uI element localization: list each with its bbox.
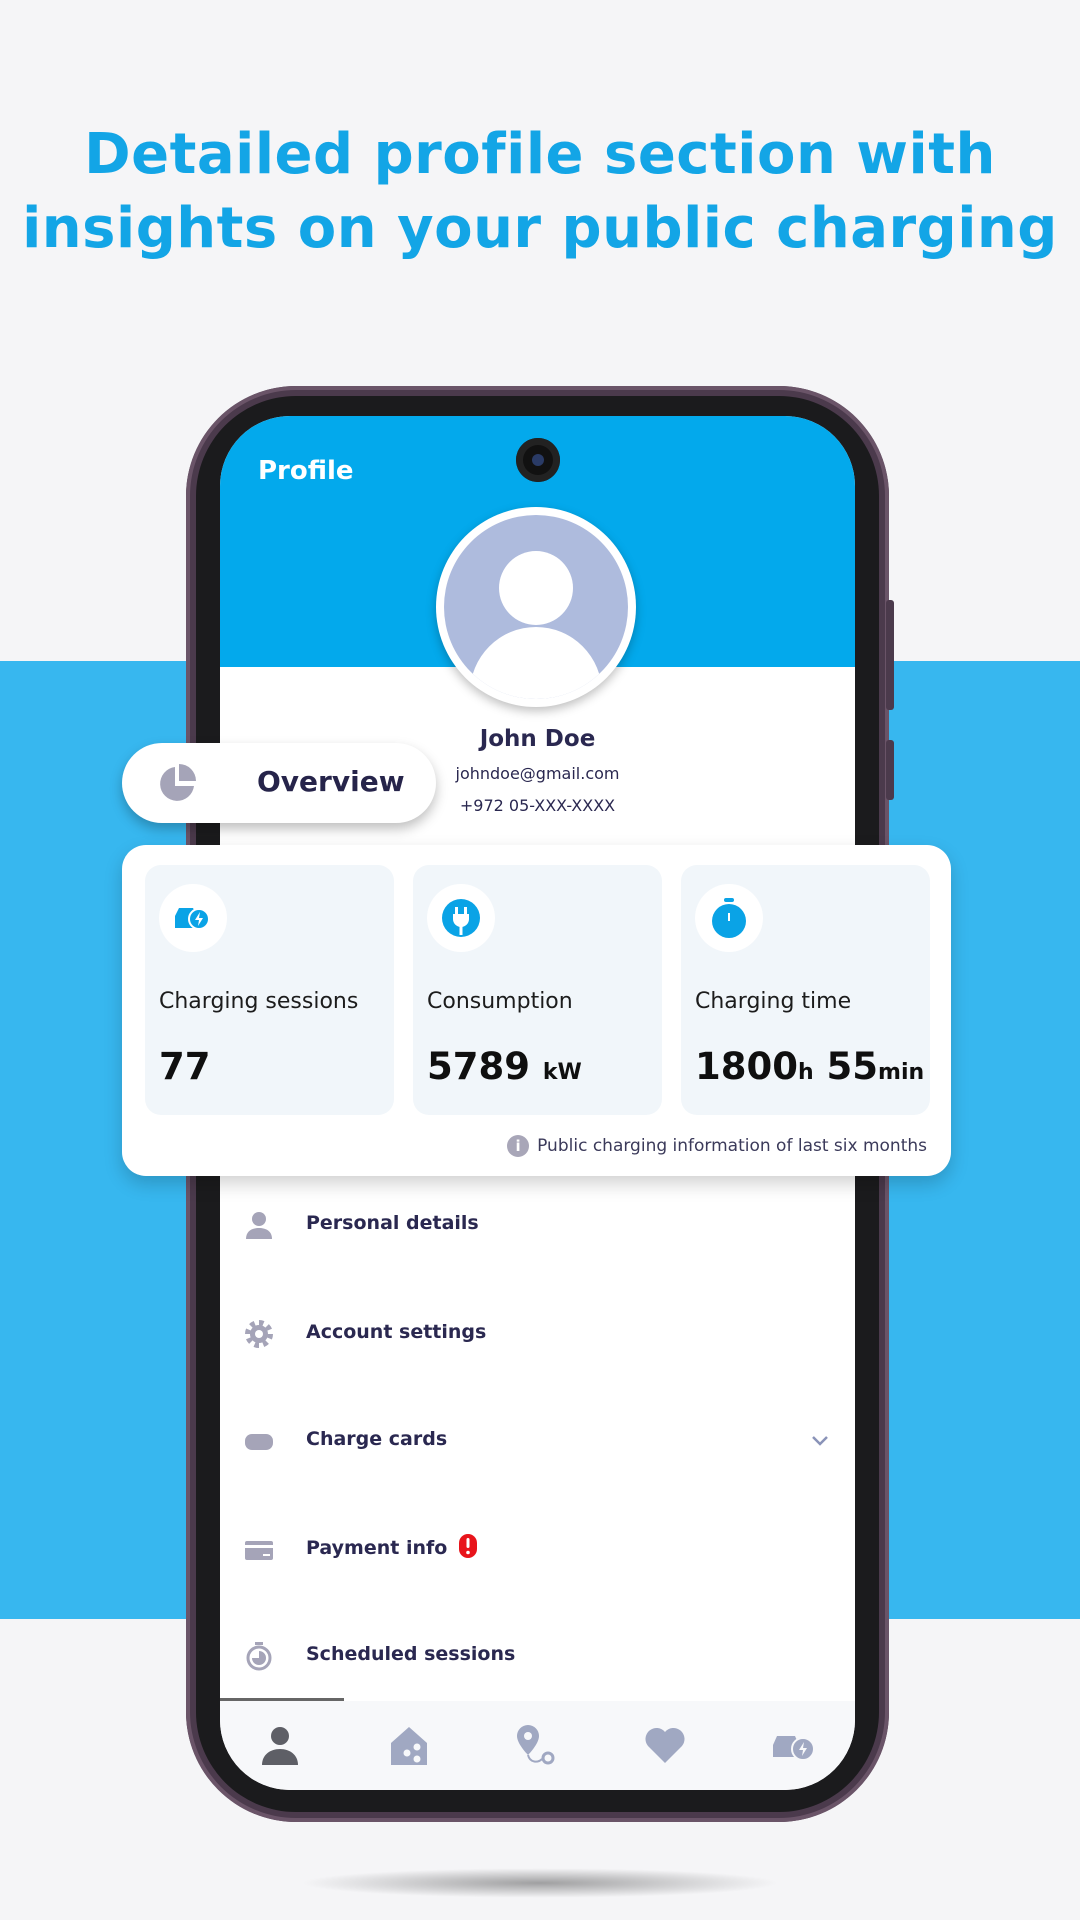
menu-label: Scheduled sessions (306, 1643, 516, 1665)
stat-value: 5789 kW (427, 1045, 582, 1088)
stat-charging-time: Charging time 1800h 55min (681, 865, 930, 1115)
menu-item-scheduled-sessions[interactable]: Scheduled sessions (220, 1627, 855, 1687)
car-charging-icon (175, 908, 210, 930)
route-icon[interactable] (514, 1723, 558, 1767)
stat-charging-sessions: Charging sessions 77 (145, 865, 394, 1115)
avatar[interactable] (436, 507, 636, 707)
alert-icon (459, 1534, 477, 1558)
tab-label: Overview (257, 765, 405, 798)
chevron-down-icon[interactable] (810, 1434, 830, 1448)
heart-icon[interactable] (643, 1723, 687, 1767)
menu-item-payment-info[interactable]: Payment info (220, 1521, 855, 1581)
gear-icon (245, 1320, 273, 1348)
front-camera (516, 438, 560, 482)
menu-item-personal-details[interactable]: Personal details (220, 1196, 855, 1256)
menu-label: Payment info (306, 1537, 448, 1559)
car-charging-icon[interactable] (771, 1723, 815, 1767)
stats-card: Charging sessions 77 Consumption 5789 kW… (122, 845, 951, 1176)
menu-item-charge-cards[interactable]: Charge cards (220, 1412, 855, 1472)
timer-icon (246, 1642, 272, 1671)
card-icon (245, 1434, 273, 1450)
tab-overview[interactable]: Overview (122, 743, 436, 823)
stat-consumption: Consumption 5789 kW (413, 865, 662, 1115)
stat-value: 77 (159, 1045, 211, 1088)
bottom-nav (220, 1701, 855, 1790)
stopwatch-icon (712, 898, 746, 938)
menu-label: Charge cards (306, 1428, 448, 1450)
phone-shadow (300, 1868, 780, 1898)
power-button (886, 740, 894, 800)
person-icon (246, 1212, 272, 1239)
page-title: Profile (258, 456, 354, 486)
stats-note: i Public charging information of last si… (507, 1135, 927, 1157)
stat-value: 1800h 55min (695, 1045, 925, 1088)
headline: Detailed profile section with insights o… (22, 122, 1058, 261)
menu-label: Personal details (306, 1212, 479, 1234)
profile-icon[interactable] (258, 1723, 302, 1767)
plug-icon (442, 899, 480, 937)
home-share-icon[interactable] (387, 1723, 431, 1767)
pie-chart-icon (160, 764, 196, 801)
menu-item-account-settings[interactable]: Account settings (220, 1305, 855, 1365)
credit-card-icon (245, 1541, 273, 1560)
info-icon: i (507, 1135, 530, 1157)
menu-label: Account settings (306, 1321, 487, 1343)
volume-button (886, 600, 894, 710)
